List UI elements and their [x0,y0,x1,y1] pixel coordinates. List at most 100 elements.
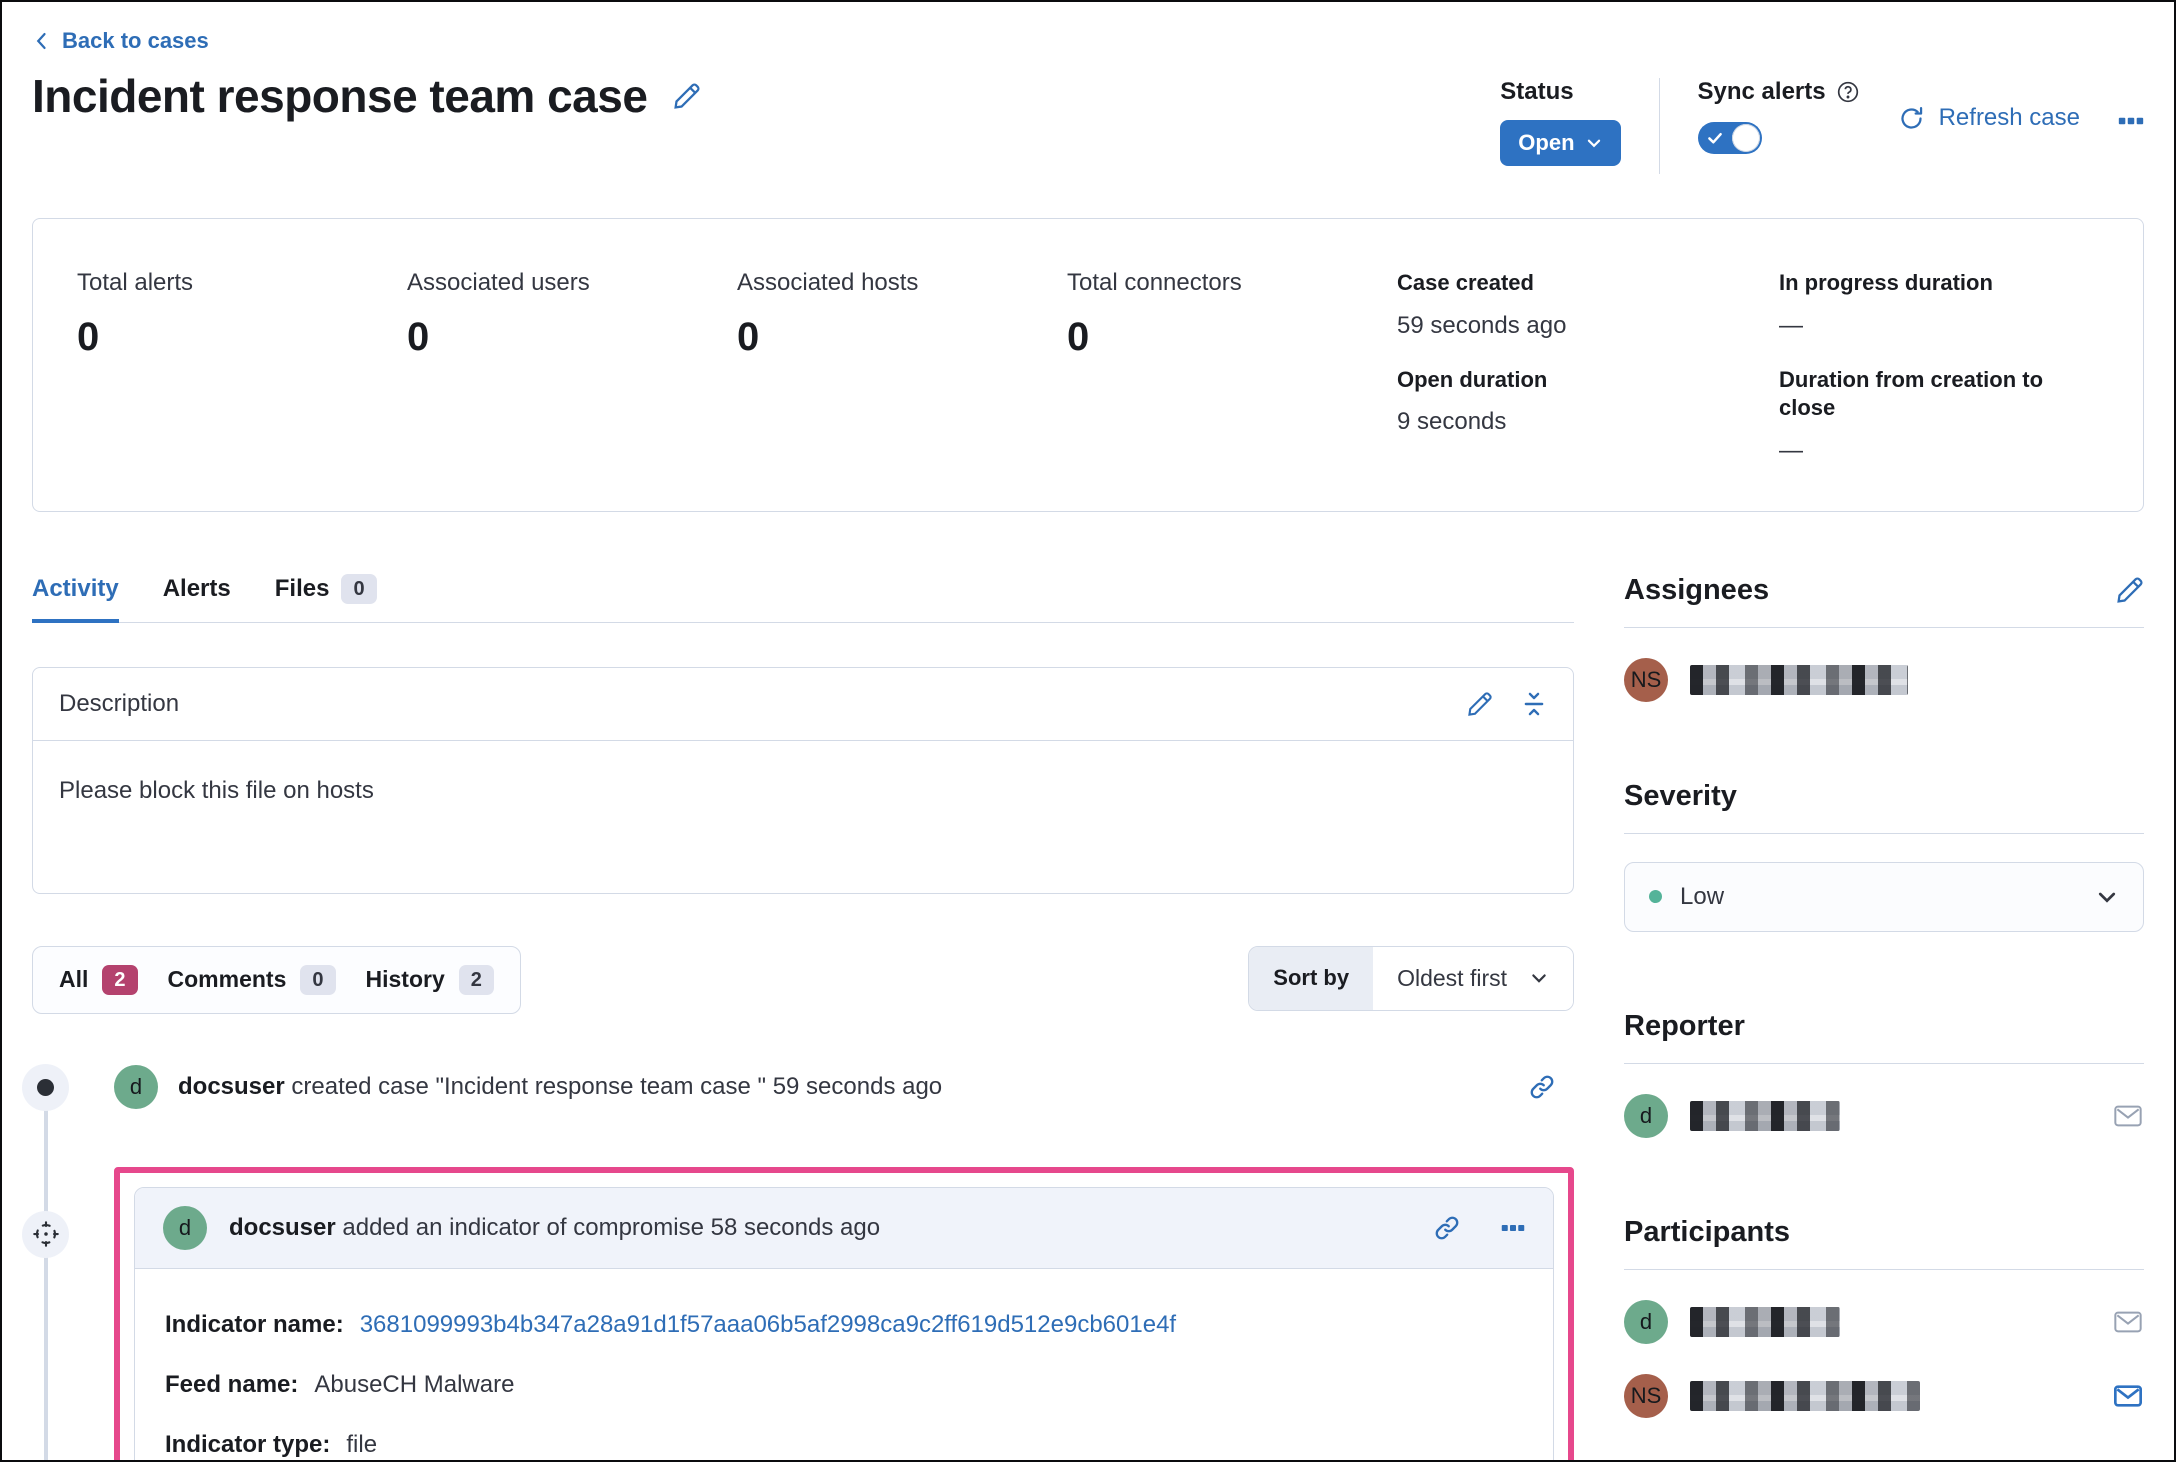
filter-history-count-badge: 2 [458,964,494,995]
check-icon [1706,129,1724,147]
timeline-event-text: docsuser created case "Incident response… [178,1073,943,1101]
header-divider [1658,78,1660,174]
tab-alerts[interactable]: Alerts [163,574,231,622]
comment-header: d docsuser added an indicator of comprom… [135,1187,1553,1269]
edit-assignees-icon[interactable] [2116,576,2144,604]
indicator-type-row: Indicator type: file [165,1430,378,1458]
back-to-cases-link[interactable]: Back to cases [32,28,209,54]
avatar: d [114,1065,158,1110]
sort-control: Sort by Oldest first [1248,945,1574,1011]
assignees-section: Assignees NS [1624,574,2144,702]
chevron-down-icon [1585,134,1603,152]
timeline-crosshair-marker [22,1210,69,1258]
participants-section: Participants d NS [1624,1216,2144,1418]
timeline-dot-marker [22,1063,69,1111]
edit-description-icon[interactable] [1467,691,1493,717]
description-title: Description [59,689,180,717]
indicator-comment-panel: d docsuser added an indicator of comprom… [134,1186,1554,1460]
description-text: Please block this file on hosts [59,776,374,804]
case-page: Back to cases Incident response team cas… [0,0,2176,1462]
highlighted-comment-outline: d docsuser added an indicator of comprom… [114,1166,1574,1460]
filter-history[interactable]: History 2 [366,964,494,995]
severity-select[interactable]: Low [1624,861,2144,932]
avatar: d [1624,1093,1668,1138]
sync-alerts-toggle[interactable] [1697,122,1762,154]
comment-header-text: docsuser added an indicator of compromis… [229,1213,881,1241]
duration-creation-to-close: Duration from creation to close — [1779,366,2044,464]
avatar: d [1624,1299,1668,1344]
feed-name-row: Feed name: AbuseCH Malware [165,1370,515,1398]
redacted-name [1690,664,1908,695]
severity-section: Severity Low [1624,780,2144,932]
tab-files[interactable]: Files 0 [275,573,377,622]
filter-all[interactable]: All 2 [59,964,138,995]
redacted-name [1690,1380,1920,1411]
help-icon[interactable] [1836,80,1860,104]
description-panel: Description Please block this file on ho… [32,666,1574,894]
sync-alerts-label: Sync alerts [1697,78,1826,105]
participant-row: NS [1624,1373,2144,1418]
reporter-row: d [1624,1093,2144,1138]
refresh-case-label: Refresh case [1938,104,2080,131]
participants-title: Participants [1624,1215,1790,1248]
toggle-knob [1731,124,1760,152]
activity-timeline: d docsuser created case "Incident respon… [22,1063,1574,1460]
chevron-down-icon [1529,968,1549,988]
status-value: Open [1518,130,1575,155]
reporter-section: Reporter d [1624,1010,2144,1138]
metric-total-alerts: Total alerts 0 [77,269,194,359]
case-actions-menu-button[interactable] [2118,108,2144,134]
assignee-row: NS [1624,657,2144,702]
metric-associated-users: Associated users 0 [407,269,590,359]
sort-order-select[interactable]: Oldest first [1373,946,1573,1010]
indicator-name-link[interactable]: 3681099993b4b347a28a91d1f57aaa06b5af2998… [360,1311,1176,1339]
sort-by-label: Sort by [1249,946,1374,1010]
email-icon[interactable] [2112,1306,2144,1338]
avatar: NS [1624,657,1668,702]
case-durations: Case created 59 seconds ago In progress … [1397,269,2099,465]
filter-comments[interactable]: Comments 0 [168,964,336,995]
reporter-title: Reporter [1624,1009,1745,1042]
assignees-title: Assignees [1624,573,1770,606]
chevron-left-icon [32,31,52,51]
tab-activity[interactable]: Activity [32,574,119,623]
case-metrics-panel: Total alerts 0 Associated users 0 Associ… [32,218,2144,512]
status-dropdown[interactable]: Open [1500,120,1621,166]
case-tabs: Activity Alerts Files 0 [32,573,1574,623]
timeline-item-created: d docsuser created case "Incident respon… [22,1063,1574,1111]
case-sidebar: Assignees NS Severity Low Reporter d Par… [1624,574,2144,1418]
refresh-case-button[interactable]: Refresh case [1898,104,2080,132]
collapse-description-icon[interactable] [1521,691,1547,717]
email-icon[interactable] [2112,1100,2144,1132]
case-header: Incident response team case Status Open … [32,70,2144,174]
timeline-item-indicator: d docsuser added an indicator of comprom… [22,1166,1574,1460]
edit-title-icon[interactable] [673,82,701,110]
status-label: Status [1500,78,1574,105]
duration-case-created: Case created 59 seconds ago [1397,270,1567,339]
metric-associated-hosts: Associated hosts 0 [737,269,919,359]
filter-comments-count-badge: 0 [300,964,336,995]
duration-open: Open duration 9 seconds [1397,366,1548,436]
severity-title: Severity [1624,779,1737,812]
back-to-cases-label: Back to cases [62,28,209,53]
chevron-down-icon [2095,885,2119,909]
page-title: Incident response team case [32,70,648,122]
indicator-name-row: Indicator name: 3681099993b4b347a28a91d1… [165,1310,1177,1339]
redacted-name [1690,1100,1840,1131]
email-icon[interactable] [2112,1380,2144,1412]
filter-all-count-badge: 2 [102,964,138,995]
refresh-icon [1898,105,1925,132]
files-count-badge: 0 [341,573,377,604]
indicator-details: Indicator name: 3681099993b4b347a28a91d1… [135,1269,1553,1460]
copy-link-icon[interactable] [1433,1214,1461,1242]
avatar: NS [1624,1373,1668,1418]
comment-actions-menu-icon[interactable] [1501,1216,1525,1240]
avatar: d [163,1205,207,1250]
duration-in-progress: In progress duration — [1779,270,1993,339]
copy-link-icon[interactable] [1528,1073,1556,1101]
severity-low-dot [1649,890,1662,904]
participant-row: d [1624,1299,2144,1344]
metric-total-connectors: Total connectors 0 [1067,269,1242,359]
severity-value: Low [1680,882,1725,910]
redacted-name [1690,1306,1840,1337]
